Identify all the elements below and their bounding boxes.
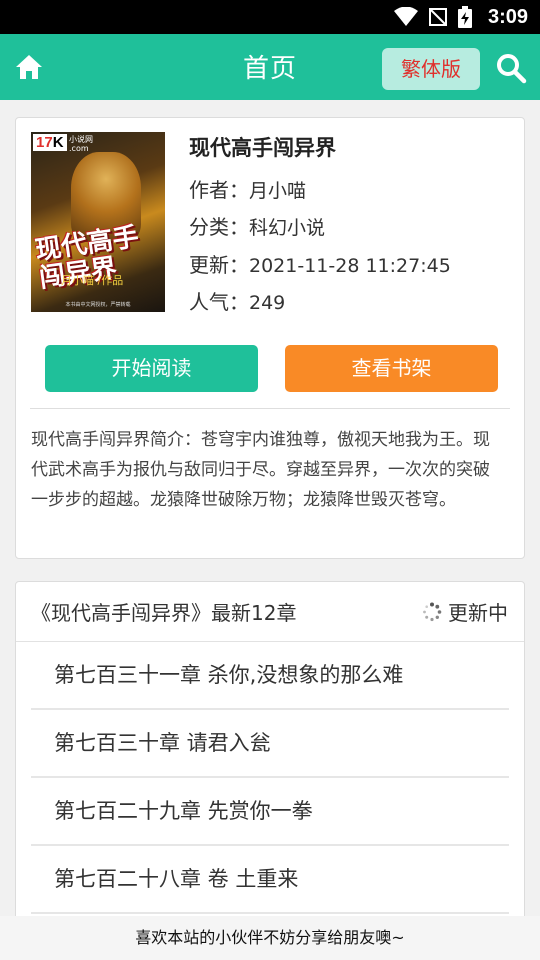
cover-site-text: 小说网 .com: [69, 135, 93, 153]
chapter-item[interactable]: 第七百二十九章 先赏你一拳: [31, 778, 509, 846]
divider: [30, 408, 510, 409]
author-row: 作者：月小喵: [189, 174, 306, 203]
category-label: 分类：: [189, 215, 249, 239]
latest-chapters-title: 《现代高手闯异界》最新12章: [31, 601, 297, 625]
updated-label: 更新：: [189, 253, 249, 277]
category-value[interactable]: 科幻小说: [249, 217, 325, 239]
loading-spinner-icon: [423, 602, 442, 621]
traditional-chinese-button[interactable]: 繁体版: [382, 48, 480, 90]
author-value[interactable]: 月小喵: [249, 180, 306, 202]
popularity-value: 249: [249, 292, 286, 314]
battery-charging-icon: [457, 6, 472, 28]
latest-chapters-card: 《现代高手闯异界》最新12章 更新中 第七百三十一章 杀你,没想象的那么难 第七…: [15, 581, 525, 941]
book-intro: 现代高手闯异界简介：苍穹宇内谁独尊，傲视天地我为王。现代武术高手为报仇与敌同归于…: [31, 430, 490, 510]
chapter-item[interactable]: 第七百三十章 请君入瓮: [31, 710, 509, 778]
update-status: 更新中: [422, 597, 508, 626]
author-label: 作者：: [189, 178, 249, 202]
update-status-label: 更新中: [448, 601, 508, 625]
search-icon[interactable]: [495, 52, 527, 84]
chapter-list: 第七百三十一章 杀你,没想象的那么难 第七百三十章 请君入瓮 第七百二十九章 先…: [31, 642, 509, 940]
view-bookshelf-button[interactable]: 查看书架: [285, 345, 498, 392]
updated-row: 更新：2021-11-28 11:27:45: [189, 249, 451, 278]
book-title: 现代高手闯异界: [189, 136, 336, 160]
chapter-item[interactable]: 第七百三十一章 杀你,没想象的那么难: [31, 642, 509, 710]
book-cover[interactable]: 17K 小说网 .com 现代高手 闯异界 月小喵 /作品 本书由中文网授权，严…: [31, 132, 165, 312]
category-row: 分类：科幻小说: [189, 211, 325, 240]
status-icons: 3:09: [393, 0, 528, 34]
book-info-card: 17K 小说网 .com 现代高手 闯异界 月小喵 /作品 本书由中文网授权，严…: [15, 117, 525, 559]
share-banner: 喜欢本站的小伙伴不妨分享给朋友噢~: [0, 916, 540, 960]
popularity-row: 人气：249: [189, 286, 285, 315]
status-time: 3:09: [487, 5, 528, 28]
cover-footnote: 本书由中文网授权，严禁转载: [65, 302, 131, 308]
cover-logo: 17K: [33, 134, 67, 151]
updated-value: 2021-11-28 11:27:45: [249, 255, 451, 277]
app-bar: 首页 繁体版: [0, 34, 540, 100]
start-reading-button[interactable]: 开始阅读: [45, 345, 258, 392]
status-bar: 3:09: [0, 0, 540, 34]
cover-author-text: 月小喵 /作品: [61, 274, 124, 287]
wifi-icon: [393, 7, 418, 26]
no-signal-icon: [428, 8, 447, 26]
popularity-label: 人气：: [189, 290, 249, 314]
chapter-item[interactable]: 第七百二十八章 卷 土重来: [31, 846, 509, 914]
